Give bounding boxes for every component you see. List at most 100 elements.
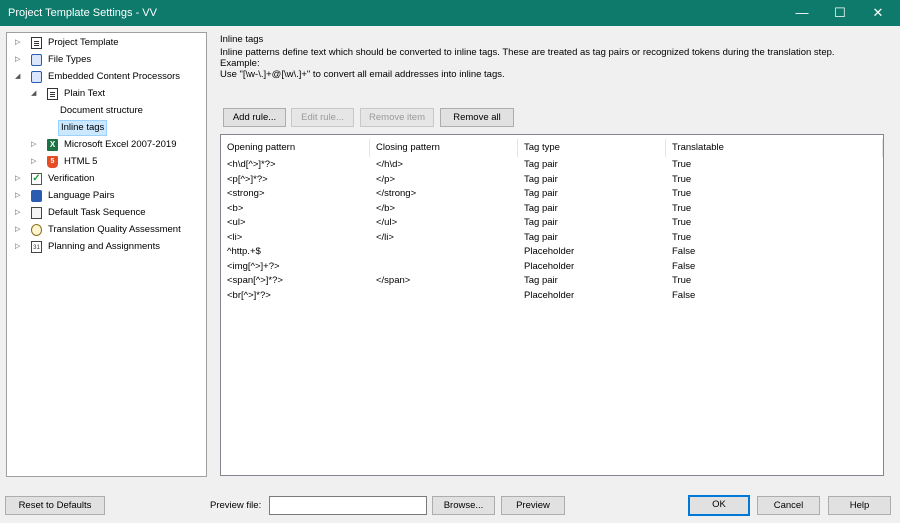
tree-item-label: Embedded Content Processors: [48, 71, 181, 82]
closing-pattern-cell: </b>: [376, 202, 396, 214]
check-icon: ✓: [31, 173, 42, 185]
task-icon: [31, 207, 42, 219]
description: Inline patterns define text which should…: [220, 47, 890, 80]
translatable-cell: False: [672, 260, 696, 272]
expand-icon[interactable]: ▷: [15, 52, 23, 68]
settings-tree[interactable]: ▷ Project Template ▷ File Types ◢ Embedd…: [6, 32, 207, 477]
tree-item-label: Language Pairs: [48, 190, 115, 201]
tag-type-cell: Tag pair: [524, 159, 558, 170]
help-button[interactable]: Help: [828, 496, 891, 515]
browse-button[interactable]: Browse...: [432, 496, 495, 515]
section-title: Inline tags: [220, 34, 264, 45]
tree-item-label: Document structure: [60, 105, 143, 116]
tree-item-label: Default Task Sequence: [48, 207, 146, 218]
ok-button[interactable]: OK: [688, 495, 750, 516]
remove-item-button[interactable]: Remove item: [360, 108, 434, 127]
reset-to-defaults-button[interactable]: Reset to Defaults: [5, 496, 105, 515]
tqa-icon: [31, 224, 42, 236]
tree-item-label: Planning and Assignments: [48, 241, 160, 252]
translatable-cell: True: [672, 188, 692, 199]
table-row[interactable]: <ul> </ul> Tag pair True: [221, 216, 883, 231]
table-row[interactable]: <p[^>]*?> </p> Tag pair True: [221, 173, 883, 188]
gear-icon: [31, 54, 42, 66]
expand-icon[interactable]: ▷: [15, 35, 23, 51]
opening-pattern-cell: ^http.+$: [227, 246, 261, 257]
translatable-cell: True: [672, 217, 692, 228]
translatable-cell: True: [672, 159, 692, 170]
tree-item-label: Plain Text: [64, 88, 106, 99]
gear-icon: [31, 71, 42, 83]
opening-pattern-cell: <li>: [227, 231, 243, 243]
tag-type-cell: Tag pair: [524, 188, 558, 199]
tree-item-label: Project Template: [48, 37, 119, 48]
preview-button[interactable]: Preview: [501, 496, 565, 515]
preview-file-input[interactable]: [269, 496, 427, 515]
closing-pattern-cell: </span>: [376, 275, 411, 286]
collapse-icon[interactable]: ◢: [31, 86, 39, 102]
remove-all-button[interactable]: Remove all: [440, 108, 514, 127]
closing-pattern-cell: </li>: [376, 231, 394, 243]
translatable-cell: False: [672, 289, 696, 301]
closing-pattern-cell: </strong>: [376, 188, 417, 199]
table-row[interactable]: <img[^>]+?> Placeholder False: [221, 260, 883, 275]
expand-icon[interactable]: ▷: [31, 154, 39, 170]
table-row[interactable]: <h\d[^>]*?> </h\d> Tag pair True: [221, 158, 883, 173]
opening-pattern-cell: <b>: [227, 202, 244, 214]
tag-type-cell: Placeholder: [524, 260, 575, 272]
window-title: Project Template Settings - VV: [8, 7, 157, 19]
opening-pattern-cell: <ul>: [227, 217, 246, 228]
description-line: Example:: [220, 58, 260, 69]
translatable-cell: False: [672, 246, 696, 257]
expand-icon[interactable]: ▷: [15, 205, 23, 221]
opening-pattern-cell: <strong>: [227, 188, 265, 199]
tag-type-cell: Tag pair: [524, 202, 558, 214]
table-row[interactable]: <strong> </strong> Tag pair True: [221, 187, 883, 202]
close-button[interactable]: ✕: [856, 0, 900, 26]
opening-pattern-cell: <p[^>]*?>: [227, 173, 268, 185]
closing-pattern-cell: </ul>: [376, 217, 398, 228]
tag-type-cell: Placeholder: [524, 289, 575, 301]
tree-item-label: Verification: [48, 173, 95, 184]
add-rule-button[interactable]: Add rule...: [223, 108, 286, 127]
table-row[interactable]: <b> </b> Tag pair True: [221, 202, 883, 217]
translatable-cell: True: [672, 202, 692, 214]
cancel-button[interactable]: Cancel: [757, 496, 820, 515]
opening-pattern-cell: <h\d[^>]*?>: [227, 159, 276, 170]
translatable-cell: True: [672, 231, 692, 243]
expand-icon[interactable]: ▷: [15, 188, 23, 204]
table-row[interactable]: <br[^>]*?> Placeholder False: [221, 289, 883, 304]
column-header-tag-type[interactable]: Tag type: [518, 139, 666, 157]
description-line: Inline patterns define text which should…: [220, 47, 835, 58]
translatable-cell: True: [672, 173, 692, 185]
expand-icon[interactable]: ▷: [15, 239, 23, 255]
closing-pattern-cell: </h\d>: [376, 159, 403, 170]
expand-icon[interactable]: ▷: [15, 171, 23, 187]
opening-pattern-cell: <img[^>]+?>: [227, 260, 280, 272]
preview-file-label: Preview file:: [210, 500, 262, 511]
tag-type-cell: Tag pair: [524, 217, 558, 228]
tree-item-label: Inline tags: [58, 120, 108, 136]
table-row[interactable]: ^http.+$ Placeholder False: [221, 245, 883, 260]
collapse-icon[interactable]: ◢: [15, 69, 23, 85]
expand-icon[interactable]: ▷: [31, 137, 39, 153]
column-header-closing-pattern[interactable]: Closing pattern: [370, 139, 518, 157]
tree-item-label: Microsoft Excel 2007-2019: [64, 139, 177, 150]
tree-item-label: HTML 5: [64, 156, 98, 167]
column-header-opening-pattern[interactable]: Opening pattern: [221, 139, 370, 157]
calendar-icon: 31: [31, 241, 42, 253]
document-icon: [47, 88, 58, 100]
excel-icon: X: [47, 139, 58, 151]
translatable-cell: True: [672, 275, 692, 286]
tag-type-cell: Placeholder: [524, 246, 575, 257]
opening-pattern-cell: <span[^>]*?>: [227, 275, 283, 286]
column-header-translatable[interactable]: Translatable: [666, 139, 883, 157]
table-row[interactable]: <span[^>]*?> </span> Tag pair True: [221, 274, 883, 289]
expand-icon[interactable]: ▷: [15, 222, 23, 238]
closing-pattern-cell: </p>: [376, 173, 396, 185]
edit-rule-button[interactable]: Edit rule...: [291, 108, 354, 127]
tree-item-label: Translation Quality Assessment: [48, 224, 181, 235]
description-line: Use "[\w-\.]+@[\w\.]+" to convert all em…: [220, 69, 505, 80]
table-row[interactable]: <li> </li> Tag pair True: [221, 231, 883, 246]
document-icon: [31, 37, 42, 49]
inline-tags-table[interactable]: Opening pattern Closing pattern Tag type…: [220, 134, 884, 476]
